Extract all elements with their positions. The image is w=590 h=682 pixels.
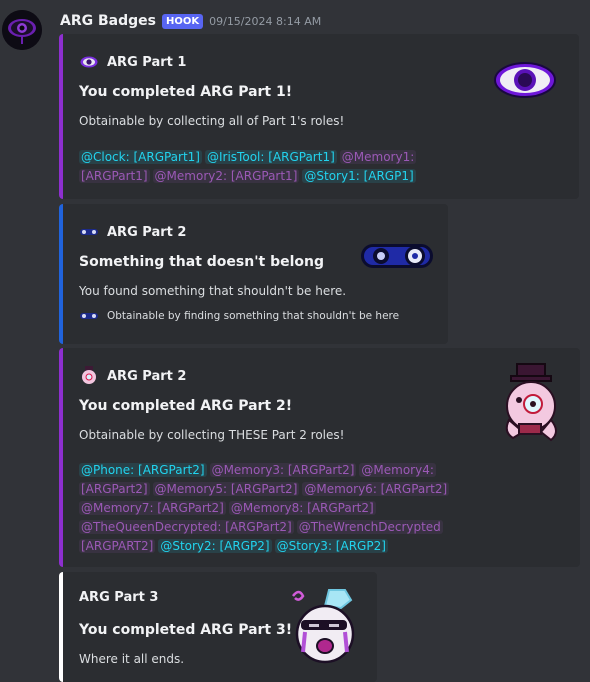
- roles-line: [ARGPart2] @Memory5: [ARGPart2] @Memory6: …: [79, 480, 452, 499]
- roles-line: @Phone: [ARGPart2] @Memory3: [ARGPart2] @M…: [79, 461, 452, 480]
- author-name: ARG Part 3: [79, 590, 159, 605]
- embed-author: ARG Part 1: [79, 52, 186, 72]
- role-mention[interactable]: @Clock: [ARGPart1]: [79, 150, 202, 164]
- embed-thumbnail[interactable]: [499, 362, 565, 448]
- embed-thumbnail[interactable]: [285, 586, 365, 670]
- role-mention[interactable]: @TheWrenchDecrypted: [296, 520, 443, 534]
- roles-line: @Memory7: [ARGPart2] @Memory8: [ARGPart2]: [79, 499, 452, 518]
- embed-arg-part-2: ARG Part 2 You completed ARG Part 2! Obt…: [59, 348, 580, 567]
- role-mention[interactable]: @Story3: [ARGP2]: [274, 539, 388, 553]
- purple-eye-icon: [494, 62, 556, 98]
- role-mentions: @Clock: [ARGPart1] @IrisTool: [ARGPart1] @…: [79, 148, 419, 186]
- role-mention[interactable]: @Memory5: [ARGPart2]: [152, 482, 300, 496]
- pink-creature-icon: [79, 366, 99, 386]
- embed-something-doesnt-belong: ARG Part 2 Something that doesn't belong…: [59, 204, 448, 344]
- pink-creature-icon: [505, 363, 557, 442]
- role-mention[interactable]: @IrisTool: [ARGPart1]: [205, 150, 337, 164]
- roles-line: @TheQueenDecrypted: [ARGPart2] @TheWrench…: [79, 518, 452, 537]
- role-mention[interactable]: @Memory6: [ARGPart2]: [302, 482, 450, 496]
- author-name: ARG Part 2: [107, 224, 187, 240]
- embed-arg-part-3: ARG Part 3 You completed ARG Part 3! Whe…: [59, 572, 377, 682]
- embed-description: Where it all ends.: [79, 652, 185, 666]
- embed-author: ARG Part 2: [79, 366, 186, 386]
- embed-author: ARG Part 3: [79, 590, 158, 605]
- role-mention[interactable]: @Memory2: [ARGPart1]: [152, 169, 300, 183]
- role-mention[interactable]: @Memory4:: [359, 463, 436, 477]
- role-mention[interactable]: @Memory8: [ARGPart2]: [228, 501, 376, 515]
- embed-title: You completed ARG Part 3!: [79, 622, 293, 638]
- username[interactable]: ARG Badges: [60, 13, 156, 29]
- roles-line: [ARGPart1] @Memory2: [ARGPart1] @Story1: […: [79, 167, 419, 186]
- webhook-badge: HOOK: [161, 13, 204, 29]
- roles-line: @Clock: [ARGPart1] @IrisTool: [ARGPart1] @…: [79, 148, 419, 167]
- message-header: ARG Badges HOOK 09/15/2024 8:14 AM: [60, 11, 321, 31]
- purple-eye-icon: [79, 52, 99, 72]
- role-mention[interactable]: @Story2: [ARGP2]: [158, 539, 272, 553]
- embed-title: Something that doesn't belong: [79, 254, 324, 270]
- crying-face-icon: [292, 589, 355, 664]
- role-mention[interactable]: @Memory1:: [339, 150, 417, 164]
- embed-thumbnail[interactable]: [493, 60, 557, 104]
- role-mention[interactable]: [ARGPART2]: [79, 539, 156, 553]
- embed-description: Obtainable by collecting all of Part 1's…: [79, 114, 345, 128]
- eye-avatar-icon: [2, 10, 42, 50]
- scroll-eye-icon: [79, 310, 99, 322]
- scroll-eye-icon: [79, 222, 99, 242]
- scroll-eye-icon: [361, 244, 433, 268]
- embed-description: Obtainable by collecting THESE Part 2 ro…: [79, 428, 345, 442]
- footer-text: Obtainable by finding something that sho…: [107, 310, 400, 322]
- role-mention[interactable]: @Memory3: [ARGPart2]: [209, 463, 357, 477]
- embed-title: You completed ARG Part 2!: [79, 398, 293, 414]
- role-mention[interactable]: @Memory7: [ARGPart2]: [79, 501, 226, 515]
- embed-title: You completed ARG Part 1!: [79, 84, 293, 100]
- role-mention[interactable]: @Phone: [ARGPart2]: [79, 463, 207, 477]
- embed-author: ARG Part 2: [79, 222, 186, 242]
- roles-line: [ARGPART2] @Story2: [ARGP2] @Story3: [ARGP…: [79, 537, 452, 556]
- embed-arg-part-1: ARG Part 1 You completed ARG Part 1! Obt…: [59, 34, 579, 199]
- author-name: ARG Part 1: [107, 54, 187, 70]
- role-mention[interactable]: @TheQueenDecrypted: [ARGPart2]: [79, 520, 294, 534]
- role-mention[interactable]: [ARGPart1]: [79, 169, 150, 183]
- embed-footer: Obtainable by finding something that sho…: [79, 310, 399, 322]
- embed-description: You found something that shouldn't be he…: [79, 284, 347, 298]
- role-mention[interactable]: @Story1: [ARGP1]: [302, 169, 416, 183]
- role-mention[interactable]: [ARGPart2]: [79, 482, 150, 496]
- bot-avatar[interactable]: [2, 10, 42, 50]
- embed-thumbnail[interactable]: [359, 238, 435, 278]
- timestamp[interactable]: 09/15/2024 8:14 AM: [209, 15, 321, 28]
- author-name: ARG Part 2: [107, 368, 187, 384]
- role-mentions: @Phone: [ARGPart2] @Memory3: [ARGPart2] @M…: [79, 461, 452, 556]
